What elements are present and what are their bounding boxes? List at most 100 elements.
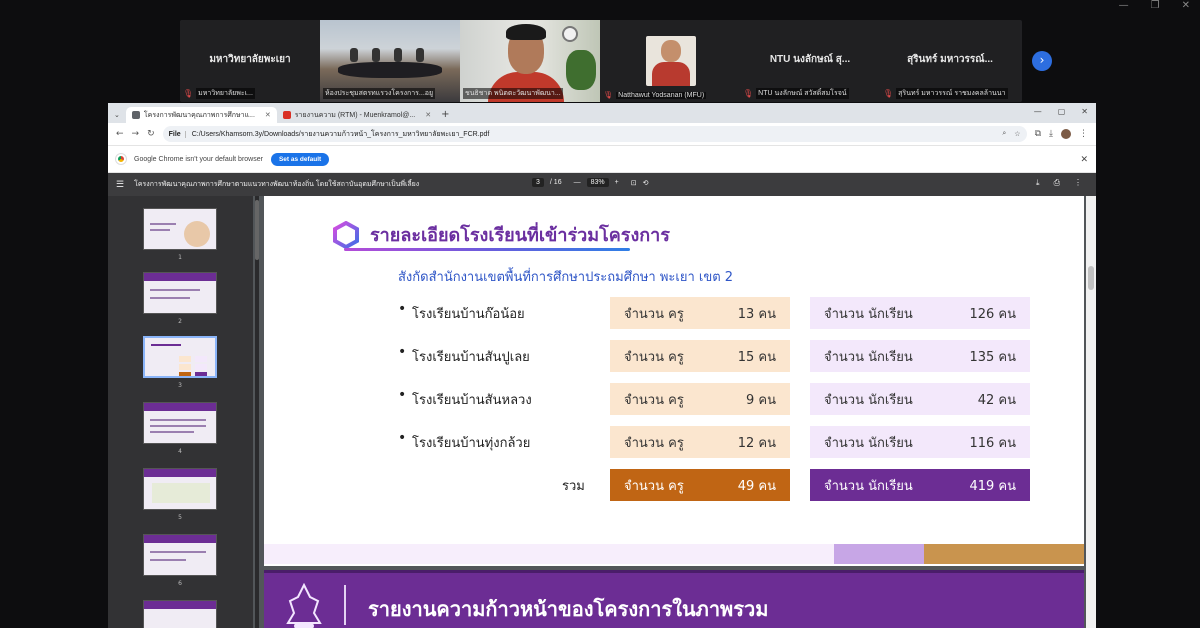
file-icon [131,111,140,119]
school-row: • โรงเรียนบ้านทุ่งกล้วย จำนวน ครู 12 คน จ… [394,426,1094,458]
participant-caption: NTU นงลักษณ์ สวัสดิ์สมโรจน์ [756,88,849,99]
student-count-cell: จำนวน นักเรียน 135 คน [810,340,1030,372]
rotate-icon[interactable]: ⟲ [643,179,649,187]
chevron-right-icon[interactable]: › [1032,51,1052,71]
title-underline [344,248,630,251]
participant-tile-speaking[interactable]: ชนธิชาต พนิตตะวัฒนาพัฒนา... [460,20,600,102]
participant-tile[interactable]: NTU นงลักษณ์ สุ... 🎙︎ NTU นงลักษณ์ สวัสด… [740,20,880,102]
footer-band [264,544,1084,564]
page-thumbnail[interactable] [143,208,217,250]
reload-icon[interactable]: ↻ [147,129,155,139]
close-icon[interactable]: ✕ [1182,0,1190,11]
avatar[interactable] [1061,129,1071,139]
total-row: รวม จำนวน ครู 49 คน จำนวน นักเรียน 419 คน [394,469,1094,501]
participant-tile[interactable]: ห้องประชุมสตรทแรวงโครงการ...อยู [320,20,460,102]
new-tab-icon[interactable]: + [441,107,449,123]
gmail-icon [282,111,291,119]
slide-subtitle: สังกัดสำนักงานเขตพื้นที่การศึกษาประถมศึก… [398,270,734,285]
school-name: โรงเรียนบ้านสันหลวง [412,393,532,408]
maximize-icon[interactable]: ▢ [1058,107,1066,116]
page-thumbnail[interactable] [143,272,217,314]
url-input[interactable]: File C:/Users/Khamsorn.3y/Downloads/รายง… [162,126,1027,142]
extensions-icon[interactable]: ⧉ [1035,129,1041,139]
pdf-viewer: 1 2 3 4 5 6 รายละเอียดโรงเรียนที่เข้าร่ว… [108,196,1096,628]
tab-search-icon[interactable]: ⌄ [112,111,126,123]
participant-strip: มหาวิทยาลัยพะเยา 🎙︎ มหาวิทยาลัยพะเ... ห้… [180,20,1022,102]
school-name: โรงเรียนบ้านก๊อน้อย [412,307,525,322]
university-emblem-icon [286,583,322,628]
download-icon[interactable]: ⤓ [1049,129,1053,139]
maximize-icon[interactable]: ❐ [1151,0,1160,11]
tab-bar: ⌄ โครงการพัฒนาคุณภาพการศึกษาแ... ✕ รายงา… [108,103,1096,123]
infobar-text: Google Chrome isn't your default browser [134,155,263,163]
zoom-out-icon[interactable]: — [574,179,581,186]
teacher-count-cell: จำนวน ครู 13 คน [610,297,790,329]
participant-caption: ห้องประชุมสตรทแรวงโครงการ...อยู [323,88,436,99]
more-menu-icon[interactable]: ⋮ [1074,178,1082,188]
close-icon[interactable]: ✕ [1081,107,1088,116]
minimize-icon[interactable]: — [1034,107,1042,116]
page-thumbnail[interactable] [143,402,217,444]
address-bar: ← → ↻ File C:/Users/Khamsorn.3y/Download… [108,123,1096,145]
bookmark-star-icon[interactable]: ☆ [1014,130,1020,138]
teacher-count-cell: จำนวน ครู 9 คน [610,383,790,415]
fit-page-icon[interactable]: ⊡ [631,179,637,187]
school-row: • โรงเรียนบ้านก๊อน้อย จำนวน ครู 13 คน จำน… [394,297,1094,329]
page-thumbnail[interactable] [143,534,217,576]
tab-gmail[interactable]: รายงานความ (RTM) - Muenkramol@... ✕ [277,107,437,123]
mic-off-icon: 🎙︎ [603,91,614,99]
participant-tile[interactable]: 🎙︎ Natthawut Yodsanan (MFU) [600,20,740,102]
participant-caption: ชนธิชาต พนิตตะวัฒนาพัฒนา... [463,88,563,99]
pdf-page: รายละเอียดโรงเรียนที่เข้าร่วมโครงการ สัง… [264,196,1084,566]
site-info-chip[interactable]: File [169,130,186,138]
pdf-page-next: รายงานความก้าวหน้าของโครงการในภาพรวม [264,570,1084,628]
mic-off-icon: 🎙︎ [883,88,894,98]
student-total-cell: จำนวน นักเรียน 419 คน [810,469,1030,501]
window-controls: — ❐ ✕ [1119,0,1190,11]
student-count-cell: จำนวน นักเรียน 42 คน [810,383,1030,415]
pdf-toolbar: ☰ โครงการพัฒนาคุณภาพการศึกษาตามแนวทางพัฒ… [108,173,1096,196]
page-thumbnail-selected[interactable] [143,336,217,378]
participant-caption: สุรินทร์ มหาวรรณ์ ราชมงคลล้านนา [896,88,1008,99]
page-number-input[interactable]: 3 [532,178,544,187]
page-thumbnail[interactable] [143,600,217,628]
zoom-icon[interactable]: ⌕ [1002,130,1006,138]
page-thumbnail[interactable] [143,468,217,510]
more-menu-icon[interactable]: ⋮ [1079,129,1088,139]
student-count-cell: จำนวน นักเรียน 126 คน [810,297,1030,329]
url-text: C:/Users/Khamsorn.3y/Downloads/รายงานควา… [191,130,490,138]
forward-icon[interactable]: → [132,129,140,139]
minimize-icon[interactable]: — [1119,0,1129,11]
close-icon[interactable]: ✕ [265,111,271,119]
school-row: • โรงเรียนบ้านสันปูเลย จำนวน ครู 15 คน จำ… [394,340,1094,372]
avatar [646,36,696,86]
participant-caption: Natthawut Yodsanan (MFU) [616,91,707,99]
teacher-count-cell: จำนวน ครู 12 คน [610,426,790,458]
meeting-screen: — ❐ ✕ มหาวิทยาลัยพะเยา 🎙︎ มหาวิทยาลัยพะเ… [0,0,1200,628]
back-icon[interactable]: ← [116,129,124,139]
mic-off-icon: 🎙︎ [183,88,194,98]
thumbnail-sidebar: 1 2 3 4 5 6 [108,196,253,628]
total-label: รวม [562,479,585,494]
participant-name: สุรินทร์ มหาวรรณ์... [907,54,993,65]
next-slide-title: รายงานความก้าวหน้าของโครงการในภาพรวม [368,597,769,621]
school-name: โรงเรียนบ้านทุ่งกล้วย [412,436,531,451]
tab-pdf[interactable]: โครงการพัฒนาคุณภาพการศึกษาแ... ✕ [125,107,277,123]
close-icon[interactable]: ✕ [425,111,431,119]
teacher-total-cell: จำนวน ครู 49 คน [610,469,790,501]
participant-name: มหาวิทยาลัยพะเยา [209,54,291,65]
participant-tile[interactable]: มหาวิทยาลัยพะเยา 🎙︎ มหาวิทยาลัยพะเ... [180,20,320,102]
participant-caption: มหาวิทยาลัยพะเ... [196,88,255,99]
zoom-in-icon[interactable]: + [615,179,619,186]
print-icon[interactable]: ⎙ [1054,178,1060,188]
default-browser-infobar: Google Chrome isn't your default browser… [108,145,1096,173]
sidebar-scrollbar[interactable] [255,196,259,628]
zoom-input[interactable]: 83% [586,178,609,187]
close-icon[interactable]: ✕ [1080,154,1088,165]
menu-icon[interactable]: ☰ [116,179,124,190]
download-icon[interactable]: ⤓ [1036,178,1040,188]
hexagon-logo-icon [333,221,359,249]
page-scrollbar[interactable] [1086,196,1096,628]
participant-tile[interactable]: สุรินทร์ มหาวรรณ์... 🎙︎ สุรินทร์ มหาวรรณ… [880,20,1020,102]
set-default-button[interactable]: Set as default [270,152,330,166]
